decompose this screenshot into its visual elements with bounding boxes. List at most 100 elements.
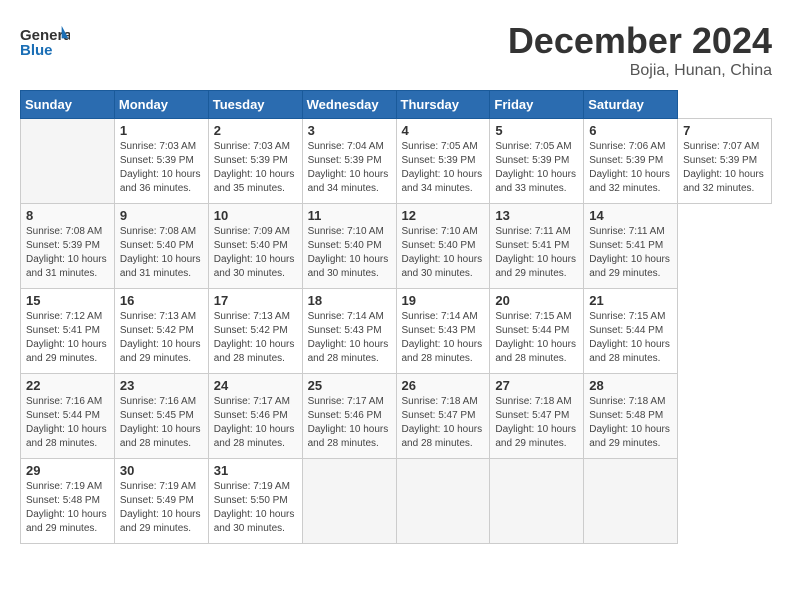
calendar-cell: 24 Sunrise: 7:17 AMSunset: 5:46 PMDayligh…: [208, 374, 302, 459]
col-header-wednesday: Wednesday: [302, 91, 396, 119]
calendar-cell: 21Sunrise: 7:15 AMSunset: 5:44 PMDayligh…: [584, 289, 678, 374]
day-detail: Sunrise: 7:19 AMSunset: 5:50 PMDaylight:…: [214, 480, 297, 536]
calendar-cell: 25 Sunrise: 7:17 AMSunset: 5:46 PMDayligh…: [302, 374, 396, 459]
day-number: 29: [26, 463, 109, 478]
day-detail: Sunrise: 7:16 AMSunset: 5:45 PMDaylight:…: [120, 395, 203, 451]
calendar-cell: 11Sunrise: 7:10 AMSunset: 5:40 PMDayligh…: [302, 204, 396, 289]
day-number: 9: [120, 208, 203, 223]
day-detail: Sunrise: 7:15 AMSunset: 5:44 PMDaylight:…: [589, 310, 672, 366]
col-header-tuesday: Tuesday: [208, 91, 302, 119]
day-number: 15: [26, 293, 109, 308]
week-row-1: 1Sunrise: 7:03 AMSunset: 5:39 PMDaylight…: [21, 119, 772, 204]
col-header-sunday: Sunday: [21, 91, 115, 119]
calendar-cell: 30 Sunrise: 7:19 AMSunset: 5:49 PMDayligh…: [114, 459, 208, 544]
day-detail: Sunrise: 7:14 AMSunset: 5:43 PMDaylight:…: [308, 310, 391, 366]
calendar-cell: 4Sunrise: 7:05 AMSunset: 5:39 PMDaylight…: [396, 119, 490, 204]
day-number: 12: [402, 208, 485, 223]
day-detail: Sunrise: 7:17 AMSunset: 5:46 PMDaylight:…: [308, 395, 391, 451]
calendar-cell: [490, 459, 584, 544]
day-number: 31: [214, 463, 297, 478]
day-detail: Sunrise: 7:06 AMSunset: 5:39 PMDaylight:…: [589, 140, 672, 196]
calendar-cell: 14Sunrise: 7:11 AMSunset: 5:41 PMDayligh…: [584, 204, 678, 289]
day-number: 3: [308, 123, 391, 138]
day-detail: Sunrise: 7:03 AMSunset: 5:39 PMDaylight:…: [214, 140, 297, 196]
col-header-saturday: Saturday: [584, 91, 678, 119]
calendar-cell: [302, 459, 396, 544]
calendar-cell: [584, 459, 678, 544]
calendar-cell: 12 Sunrise: 7:10 AMSunset: 5:40 PMDayligh…: [396, 204, 490, 289]
calendar-cell: 16Sunrise: 7:13 AMSunset: 5:42 PMDayligh…: [114, 289, 208, 374]
calendar-cell: 22Sunrise: 7:16 AMSunset: 5:44 PMDayligh…: [21, 374, 115, 459]
calendar-cell: 19 Sunrise: 7:14 AMSunset: 5:43 PMDayligh…: [396, 289, 490, 374]
day-detail: Sunrise: 7:09 AMSunset: 5:40 PMDaylight:…: [214, 225, 297, 281]
location: Bojia, Hunan, China: [508, 62, 772, 80]
day-detail: Sunrise: 7:13 AMSunset: 5:42 PMDaylight:…: [214, 310, 297, 366]
day-number: 23: [120, 378, 203, 393]
day-detail: Sunrise: 7:18 AMSunset: 5:47 PMDaylight:…: [402, 395, 485, 451]
week-row-2: 8Sunrise: 7:08 AMSunset: 5:39 PMDaylight…: [21, 204, 772, 289]
day-number: 25: [308, 378, 391, 393]
day-detail: Sunrise: 7:19 AMSunset: 5:49 PMDaylight:…: [120, 480, 203, 536]
day-detail: Sunrise: 7:15 AMSunset: 5:44 PMDaylight:…: [495, 310, 578, 366]
calendar-cell: 5 Sunrise: 7:05 AMSunset: 5:39 PMDaylight…: [490, 119, 584, 204]
day-number: 18: [308, 293, 391, 308]
col-header-friday: Friday: [490, 91, 584, 119]
calendar-cell: 31 Sunrise: 7:19 AMSunset: 5:50 PMDayligh…: [208, 459, 302, 544]
day-number: 24: [214, 378, 297, 393]
day-number: 13: [495, 208, 578, 223]
day-number: 5: [495, 123, 578, 138]
calendar-cell: 9 Sunrise: 7:08 AMSunset: 5:40 PMDaylight…: [114, 204, 208, 289]
day-detail: Sunrise: 7:17 AMSunset: 5:46 PMDaylight:…: [214, 395, 297, 451]
calendar-cell: 1Sunrise: 7:03 AMSunset: 5:39 PMDaylight…: [114, 119, 208, 204]
day-detail: Sunrise: 7:18 AMSunset: 5:47 PMDaylight:…: [495, 395, 578, 451]
calendar-cell: 7 Sunrise: 7:07 AMSunset: 5:39 PMDaylight…: [678, 119, 772, 204]
day-detail: Sunrise: 7:14 AMSunset: 5:43 PMDaylight:…: [402, 310, 485, 366]
calendar-cell: 17 Sunrise: 7:13 AMSunset: 5:42 PMDayligh…: [208, 289, 302, 374]
header-row: SundayMondayTuesdayWednesdayThursdayFrid…: [21, 91, 772, 119]
day-detail: Sunrise: 7:05 AMSunset: 5:39 PMDaylight:…: [495, 140, 578, 196]
day-detail: Sunrise: 7:03 AMSunset: 5:39 PMDaylight:…: [120, 140, 203, 196]
day-number: 28: [589, 378, 672, 393]
page-header: GeneralBlue December 2024 Bojia, Hunan, …: [20, 20, 772, 80]
day-detail: Sunrise: 7:19 AMSunset: 5:48 PMDaylight:…: [26, 480, 109, 536]
calendar-cell: 10 Sunrise: 7:09 AMSunset: 5:40 PMDayligh…: [208, 204, 302, 289]
day-number: 19: [402, 293, 485, 308]
calendar-cell: 27Sunrise: 7:18 AMSunset: 5:47 PMDayligh…: [490, 374, 584, 459]
calendar-cell: 15 Sunrise: 7:12 AMSunset: 5:41 PMDayligh…: [21, 289, 115, 374]
calendar-cell: 28 Sunrise: 7:18 AMSunset: 5:48 PMDayligh…: [584, 374, 678, 459]
day-detail: Sunrise: 7:12 AMSunset: 5:41 PMDaylight:…: [26, 310, 109, 366]
calendar-cell: 13 Sunrise: 7:11 AMSunset: 5:41 PMDayligh…: [490, 204, 584, 289]
day-number: 8: [26, 208, 109, 223]
svg-text:Blue: Blue: [20, 42, 53, 59]
day-number: 17: [214, 293, 297, 308]
calendar-cell: 20 Sunrise: 7:15 AMSunset: 5:44 PMDayligh…: [490, 289, 584, 374]
day-detail: Sunrise: 7:07 AMSunset: 5:39 PMDaylight:…: [683, 140, 766, 196]
calendar-cell: 29 Sunrise: 7:19 AMSunset: 5:48 PMDayligh…: [21, 459, 115, 544]
day-number: 11: [308, 208, 391, 223]
day-number: 4: [402, 123, 485, 138]
day-number: 30: [120, 463, 203, 478]
day-number: 6: [589, 123, 672, 138]
calendar-cell: 6 Sunrise: 7:06 AMSunset: 5:39 PMDaylight…: [584, 119, 678, 204]
calendar-cell: 2Sunrise: 7:03 AMSunset: 5:39 PMDaylight…: [208, 119, 302, 204]
day-detail: Sunrise: 7:08 AMSunset: 5:40 PMDaylight:…: [120, 225, 203, 281]
week-row-3: 15 Sunrise: 7:12 AMSunset: 5:41 PMDayligh…: [21, 289, 772, 374]
logo: GeneralBlue: [20, 20, 70, 65]
day-number: 7: [683, 123, 766, 138]
week-row-4: 22Sunrise: 7:16 AMSunset: 5:44 PMDayligh…: [21, 374, 772, 459]
day-number: 14: [589, 208, 672, 223]
calendar-table: SundayMondayTuesdayWednesdayThursdayFrid…: [20, 90, 772, 544]
calendar-cell: 23 Sunrise: 7:16 AMSunset: 5:45 PMDayligh…: [114, 374, 208, 459]
title-block: December 2024 Bojia, Hunan, China: [508, 20, 772, 80]
day-detail: Sunrise: 7:10 AMSunset: 5:40 PMDaylight:…: [402, 225, 485, 281]
day-number: 26: [402, 378, 485, 393]
day-number: 10: [214, 208, 297, 223]
day-detail: Sunrise: 7:18 AMSunset: 5:48 PMDaylight:…: [589, 395, 672, 451]
day-number: 16: [120, 293, 203, 308]
calendar-cell: 8Sunrise: 7:08 AMSunset: 5:39 PMDaylight…: [21, 204, 115, 289]
calendar-cell: [396, 459, 490, 544]
day-detail: Sunrise: 7:11 AMSunset: 5:41 PMDaylight:…: [495, 225, 578, 281]
day-detail: Sunrise: 7:04 AMSunset: 5:39 PMDaylight:…: [308, 140, 391, 196]
calendar-cell: 3 Sunrise: 7:04 AMSunset: 5:39 PMDaylight…: [302, 119, 396, 204]
day-number: 20: [495, 293, 578, 308]
